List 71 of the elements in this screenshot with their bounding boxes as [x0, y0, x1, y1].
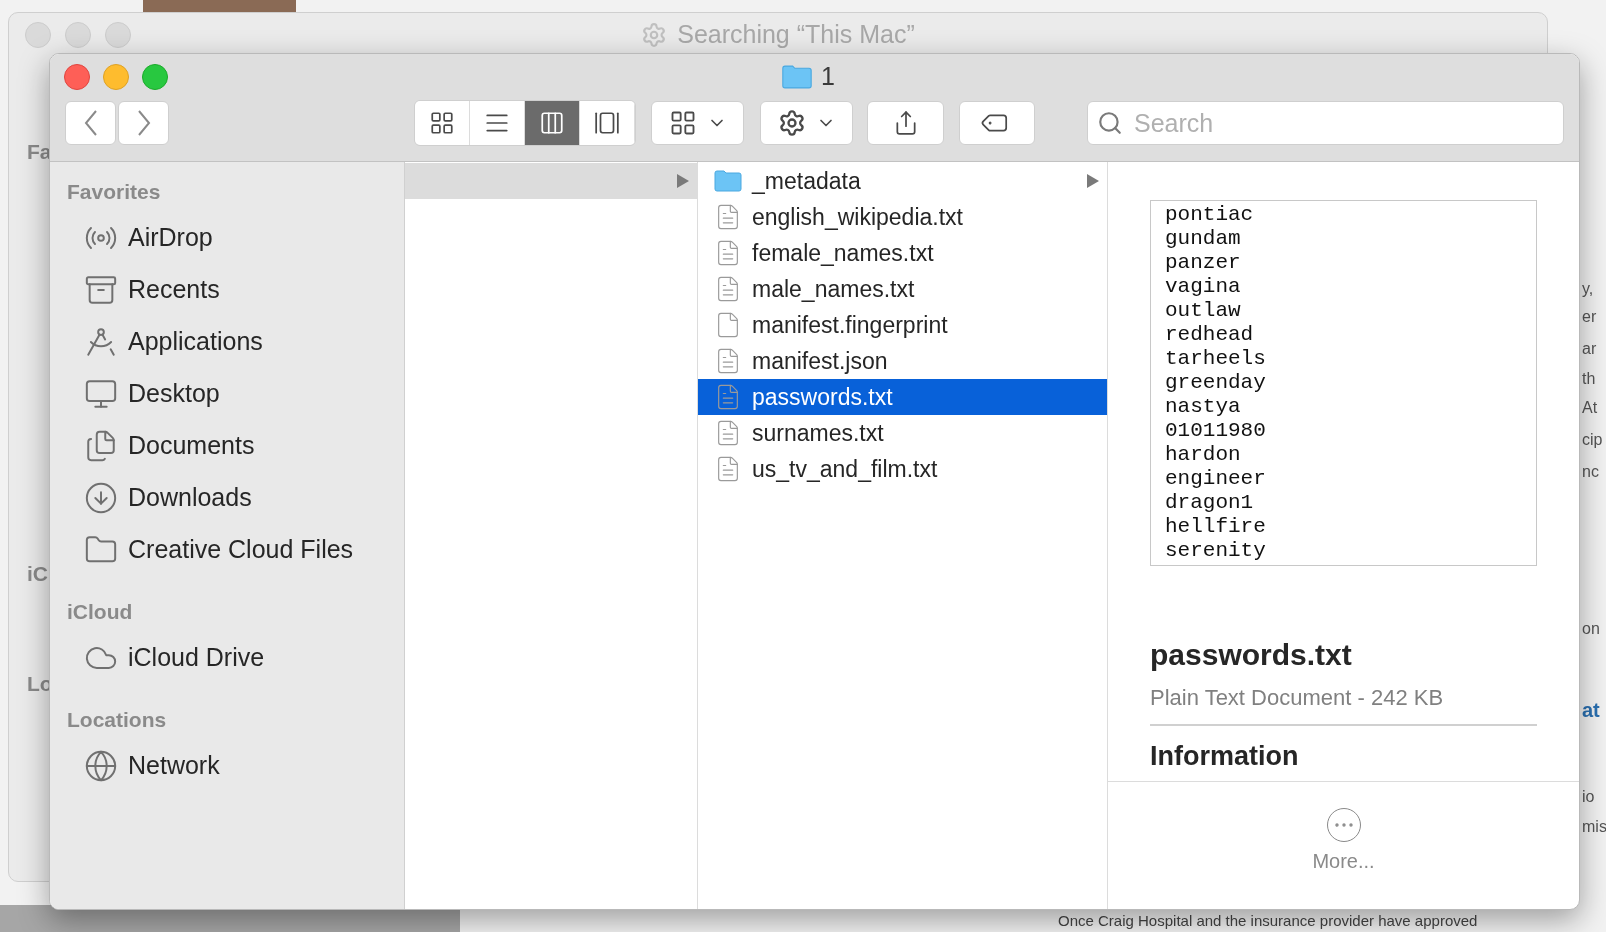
- globe-icon: [84, 749, 118, 783]
- page-text: at: [1582, 700, 1600, 720]
- page-text: At: [1582, 398, 1598, 418]
- zoom-button[interactable]: [142, 64, 168, 90]
- window-title: 1: [821, 61, 835, 93]
- sidebar-item[interactable]: Creative Cloud Files: [67, 524, 404, 576]
- documents-icon: [84, 429, 118, 463]
- compass-icon: [84, 325, 118, 359]
- page-text: nc: [1582, 462, 1599, 482]
- view-mode-button[interactable]: [415, 101, 470, 145]
- file-row[interactable]: us_tv_and_film.txt: [698, 451, 1107, 487]
- sidebar-heading: Favorites: [67, 179, 162, 205]
- sidebar-item[interactable]: iCloud Drive: [67, 632, 404, 684]
- sidebar-heading: iC: [27, 561, 49, 587]
- action-button[interactable]: [760, 101, 853, 145]
- window-title: Searching “This Mac”: [677, 19, 915, 51]
- sidebar-item[interactable]: Applications: [67, 316, 404, 368]
- file-row[interactable]: manifest.fingerprint: [698, 307, 1107, 343]
- page-text: Once Craig Hospital and the insurance provider have approved: [1058, 912, 1478, 930]
- view-mode-button[interactable]: [525, 101, 580, 145]
- sidebar-item[interactable]: Network: [67, 740, 404, 792]
- sidebar-heading: Locations: [67, 707, 168, 733]
- page-text: ar: [1582, 339, 1597, 359]
- file-row[interactable]: male_names.txt: [698, 271, 1107, 307]
- view-mode-button[interactable]: [470, 101, 525, 145]
- file-name: passwords.txt: [1150, 637, 1353, 673]
- file-row[interactable]: _metadata: [698, 163, 1107, 199]
- tag-button[interactable]: [959, 101, 1035, 145]
- file-row[interactable]: passwords.txt: [698, 379, 1107, 415]
- close-button[interactable]: [64, 64, 90, 90]
- page-text: on: [1582, 619, 1600, 639]
- page-text: y,: [1582, 279, 1594, 299]
- file-row[interactable]: english_wikipedia.txt: [698, 199, 1107, 235]
- folder-icon: [781, 65, 814, 89]
- disclosure-triangle-icon: [1087, 174, 1099, 188]
- text-preview: pontiac gundam panzer vagina outlaw redhead tarheels greenday nastya 01011980 hardon engineer dragon1 hellfire serenity: [1150, 200, 1537, 566]
- minimize-button[interactable]: [103, 64, 129, 90]
- page-text: er: [1582, 307, 1597, 327]
- chevron-left-icon: [83, 110, 98, 136]
- back-button[interactable]: [65, 101, 116, 145]
- file-row[interactable]: surnames.txt: [698, 415, 1107, 451]
- sidebar-item[interactable]: Documents: [67, 420, 404, 472]
- sidebar-item[interactable]: Recents: [67, 264, 404, 316]
- view-mode-button[interactable]: [580, 101, 635, 145]
- gallery-view-icon: [594, 110, 620, 136]
- gear-icon: [777, 109, 806, 137]
- forward-button[interactable]: [118, 101, 169, 145]
- section-heading: Information: [1150, 740, 1300, 773]
- folder-icon: [714, 170, 742, 192]
- page-text: mis: [1582, 817, 1606, 837]
- page-text: cip: [1582, 430, 1603, 450]
- file-row[interactable]: female_names.txt: [698, 235, 1107, 271]
- smart-folder-icon: [641, 22, 668, 48]
- archive-icon: [84, 273, 118, 307]
- file-row[interactable]: manifest.json: [698, 343, 1107, 379]
- sidebar-item[interactable]: AirDrop: [67, 212, 404, 264]
- sidebar-item[interactable]: Downloads: [67, 472, 404, 524]
- file-info: Plain Text Document - 242 KB: [1150, 684, 1445, 712]
- search-field[interactable]: Search: [1087, 101, 1564, 145]
- column-view-icon: [539, 110, 565, 136]
- monitor-icon: [84, 377, 118, 411]
- search-icon: [1097, 110, 1123, 136]
- share-button[interactable]: [867, 101, 944, 145]
- page-text: th: [1582, 369, 1596, 389]
- sidebar-item[interactable]: Desktop: [67, 368, 404, 420]
- group-button[interactable]: [651, 101, 744, 145]
- icon-view-icon: [429, 110, 455, 136]
- sidebar-heading: iCloud: [67, 599, 134, 625]
- page-text: io: [1582, 787, 1595, 807]
- download-icon: [84, 481, 118, 515]
- chevron-right-icon: [136, 110, 151, 136]
